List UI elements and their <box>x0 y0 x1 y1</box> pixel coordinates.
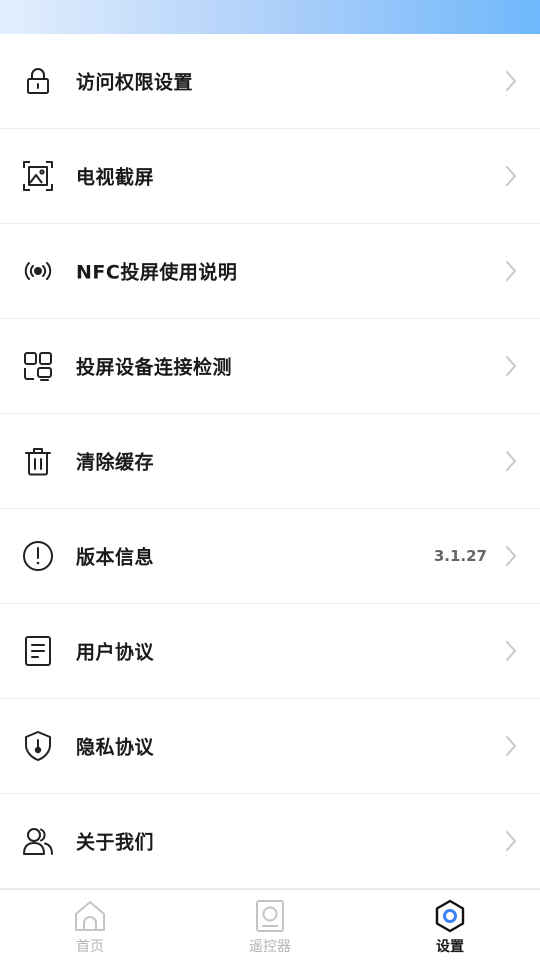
menu-item-access-permissions[interactable]: 访问权限设置 <box>0 34 540 129</box>
chevron-right-icon <box>504 640 518 662</box>
menu-item-user-agreement[interactable]: 用户协议 <box>0 604 540 699</box>
tab-label: 设置 <box>436 939 464 955</box>
settings-menu: 访问权限设置 电视截屏 NFC投屏使用说明 投屏设备连接检测 清除缓存 版本信息… <box>0 34 540 889</box>
tab-label: 首页 <box>76 939 104 955</box>
menu-item-version-info[interactable]: 版本信息 3.1.27 <box>0 509 540 604</box>
bottom-tab-bar: 首页 遥控器 设置 <box>0 889 540 960</box>
menu-item-label: 隐私协议 <box>76 736 155 759</box>
lock-icon <box>22 65 54 97</box>
menu-item-tv-screenshot[interactable]: 电视截屏 <box>0 129 540 224</box>
chevron-right-icon <box>504 355 518 377</box>
menu-item-label: 用户协议 <box>76 641 155 664</box>
menu-item-label: NFC投屏使用说明 <box>76 261 238 284</box>
menu-item-label: 清除缓存 <box>76 451 155 474</box>
remote-icon <box>253 899 287 933</box>
document-icon <box>22 635 54 667</box>
tab-settings[interactable]: 设置 <box>360 890 540 960</box>
menu-item-label: 访问权限设置 <box>76 71 194 94</box>
menu-item-label: 版本信息 <box>76 546 155 569</box>
tab-home[interactable]: 首页 <box>0 890 180 960</box>
menu-item-label: 投屏设备连接检测 <box>76 356 233 379</box>
menu-item-nfc-guide[interactable]: NFC投屏使用说明 <box>0 224 540 319</box>
screenshot-icon <box>22 160 54 192</box>
chevron-right-icon <box>504 165 518 187</box>
nfc-icon <box>22 255 54 287</box>
menu-item-privacy-policy[interactable]: 隐私协议 <box>0 699 540 794</box>
settings-hexagon-icon <box>433 899 467 933</box>
menu-item-label: 关于我们 <box>76 831 155 854</box>
version-number: 3.1.27 <box>433 547 487 565</box>
shield-icon <box>22 730 54 762</box>
trash-icon <box>22 445 54 477</box>
chevron-right-icon <box>504 545 518 567</box>
chevron-right-icon <box>504 70 518 92</box>
menu-item-clear-cache[interactable]: 清除缓存 <box>0 414 540 509</box>
info-icon <box>22 540 54 572</box>
home-icon <box>73 899 107 933</box>
chevron-right-icon <box>504 450 518 472</box>
tab-label: 遥控器 <box>249 939 291 955</box>
chevron-right-icon <box>504 735 518 757</box>
menu-item-device-connection-test[interactable]: 投屏设备连接检测 <box>0 319 540 414</box>
chevron-right-icon <box>504 260 518 282</box>
status-bar <box>0 0 540 34</box>
device-detect-icon <box>22 350 54 382</box>
menu-item-label: 电视截屏 <box>76 166 155 189</box>
users-icon <box>22 825 54 857</box>
tab-remote[interactable]: 遥控器 <box>180 890 360 960</box>
menu-item-about-us[interactable]: 关于我们 <box>0 794 540 889</box>
chevron-right-icon <box>504 830 518 852</box>
